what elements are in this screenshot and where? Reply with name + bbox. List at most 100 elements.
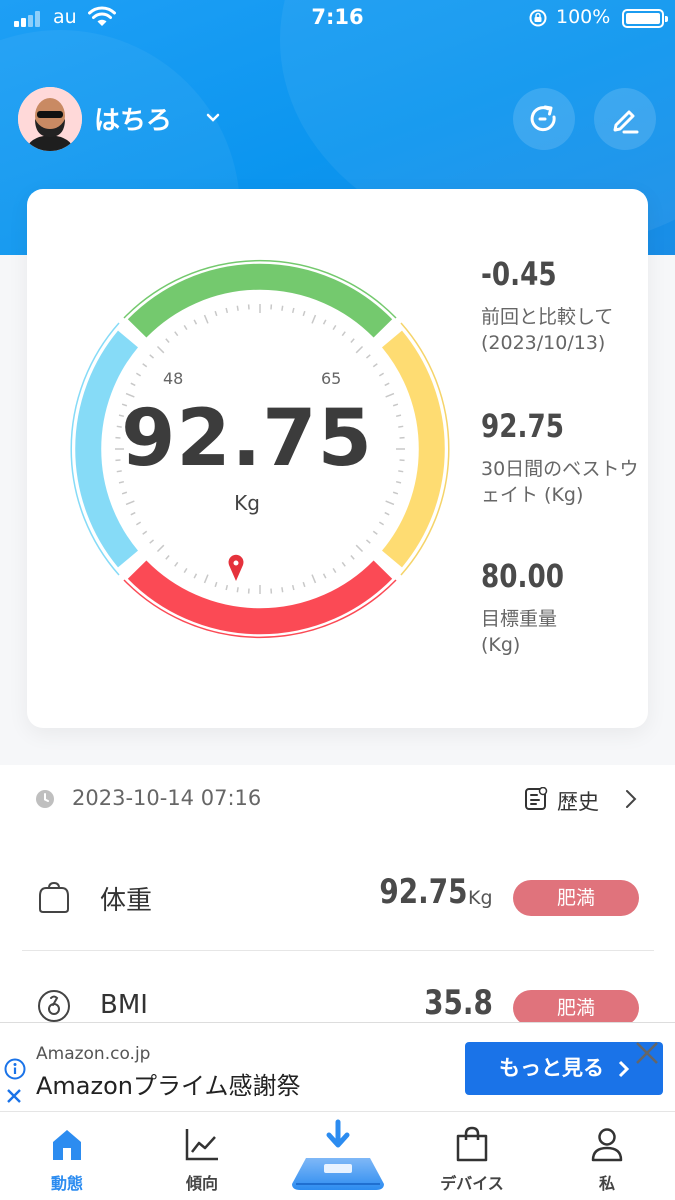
battery-icon: [622, 9, 668, 28]
gauge-arc-green: [127, 263, 393, 338]
chevron-right-icon: [618, 1060, 630, 1078]
gauge-tick: [135, 372, 142, 377]
refresh-icon: [530, 105, 556, 132]
gauge-tick: [183, 324, 188, 331]
avatar[interactable]: [18, 87, 82, 151]
gauge-tick: [365, 539, 371, 544]
gauge-tick-max: 65: [321, 369, 342, 388]
gauge-tick: [203, 574, 209, 584]
metric-value-weight: 92.75: [379, 872, 468, 912]
edit-button[interactable]: [594, 88, 656, 150]
weight-change-label: 前回と比較して (2023/10/13): [481, 306, 614, 354]
tab-devices[interactable]: デバイス: [417, 1112, 527, 1200]
tab-label: 傾向: [185, 1174, 218, 1193]
gauge-tick-min: 48: [163, 369, 184, 388]
target-weight-value: 80.00: [481, 557, 564, 595]
gauge-tick: [378, 372, 385, 377]
gauge-tick: [214, 581, 218, 588]
clock-icon: [36, 790, 54, 808]
gauge-tick: [378, 521, 385, 526]
trend-chart-icon: [185, 1129, 218, 1161]
signal-icon: [14, 11, 44, 27]
gauge-tick: [142, 363, 148, 368]
ad-close-x-icon[interactable]: [5, 1087, 23, 1105]
metric-value-bmi: 35.8: [424, 983, 493, 1023]
weight-summary-card: 48 65 92.75 Kg -0.45 前回と比較して (2023/10/13…: [27, 189, 648, 728]
history-icon[interactable]: [524, 787, 548, 811]
target-weight-label: 目標重量 (Kg): [481, 608, 558, 656]
gauge-tick: [291, 584, 295, 591]
gauge-tick: [384, 382, 390, 387]
gauge-tick: [193, 573, 198, 579]
person-icon: [591, 1128, 623, 1162]
gauge-tick: [332, 567, 337, 574]
tab-dynamics[interactable]: 動態: [12, 1112, 122, 1200]
rotation-lock-icon: [529, 9, 547, 27]
metric-unit-weight: Kg: [468, 887, 493, 909]
sync-button[interactable]: [513, 88, 575, 150]
history-link[interactable]: 歴史: [557, 786, 599, 816]
tab-me[interactable]: 私: [552, 1112, 662, 1200]
gauge-indicator: [228, 554, 244, 581]
gauge-tick: [372, 530, 378, 535]
status-badge-bmi: 肥満: [513, 990, 639, 1026]
best-weight-label: 30日間のベストウェイト (Kg): [481, 458, 639, 506]
gauge-tick: [174, 331, 179, 337]
status-badge-weight: 肥満: [513, 880, 639, 916]
gauge-tick: [291, 307, 295, 314]
gauge-tick: [174, 561, 179, 567]
info-icon[interactable]: [4, 1058, 26, 1080]
gauge-tick: [322, 573, 327, 579]
gauge-tick: [165, 554, 170, 560]
gauge-tick: [281, 305, 284, 311]
ad-cta-label: もっと見る: [499, 1056, 604, 1080]
tab-trends[interactable]: 傾向: [147, 1112, 257, 1200]
gauge-tick: [236, 305, 239, 311]
gauge-tick: [225, 584, 229, 591]
gauge-tick: [311, 574, 317, 584]
gauge-tick: [384, 511, 390, 516]
gauge-tick: [130, 382, 136, 387]
gauge-tick: [135, 521, 142, 526]
measurement-datetime: 2023-10-14 07:16: [72, 786, 262, 810]
chevron-down-icon[interactable]: [205, 111, 221, 125]
ad-title[interactable]: Amazonプライム感謝祭: [36, 1066, 301, 1101]
gauge-tick: [236, 587, 239, 593]
best-weight-value: 92.75: [481, 407, 564, 445]
gauge-tick: [156, 544, 165, 553]
tab-label: 動態: [50, 1174, 83, 1193]
gauge-tick: [149, 354, 155, 359]
scale-measure-button[interactable]: [288, 1118, 388, 1198]
gauge-tick: [130, 511, 136, 516]
gauge-tick: [350, 338, 355, 344]
gauge-tick: [341, 561, 346, 567]
shopping-bag-icon: [456, 1126, 488, 1162]
gauge-tick: [392, 491, 399, 495]
gauge-tick: [372, 363, 378, 368]
battery-percent: 100%: [556, 6, 611, 28]
current-weight-value: 92.75: [121, 394, 373, 484]
weight-icon: [39, 881, 69, 913]
home-icon: [53, 1130, 81, 1160]
ad-banner[interactable]: Amazon.co.jp Amazonプライム感謝祭 もっと見る: [0, 1022, 675, 1112]
close-icon[interactable]: [633, 1039, 661, 1067]
gauge-tick: [149, 539, 155, 544]
gauge-tick: [165, 338, 170, 344]
gauge-tick: [365, 354, 371, 359]
metric-label-bmi: BMI: [100, 990, 148, 1020]
gauge-tick: [225, 307, 229, 314]
gauge-tick: [332, 324, 337, 331]
user-name[interactable]: はちろ: [94, 100, 172, 137]
gauge-tick: [322, 319, 327, 325]
metric-label-weight: 体重: [100, 886, 153, 916]
gauge-tick: [355, 544, 364, 553]
gauge-tick: [281, 587, 284, 593]
carrier-label: au: [53, 6, 77, 28]
gauge-tick: [121, 491, 128, 495]
chevron-right-icon[interactable]: [624, 789, 638, 809]
clock-time: 7:16: [311, 5, 364, 29]
gauge-tick: [156, 345, 165, 354]
gauge-tick: [350, 554, 355, 560]
divider: [22, 950, 654, 951]
gauge-tick: [302, 581, 306, 588]
